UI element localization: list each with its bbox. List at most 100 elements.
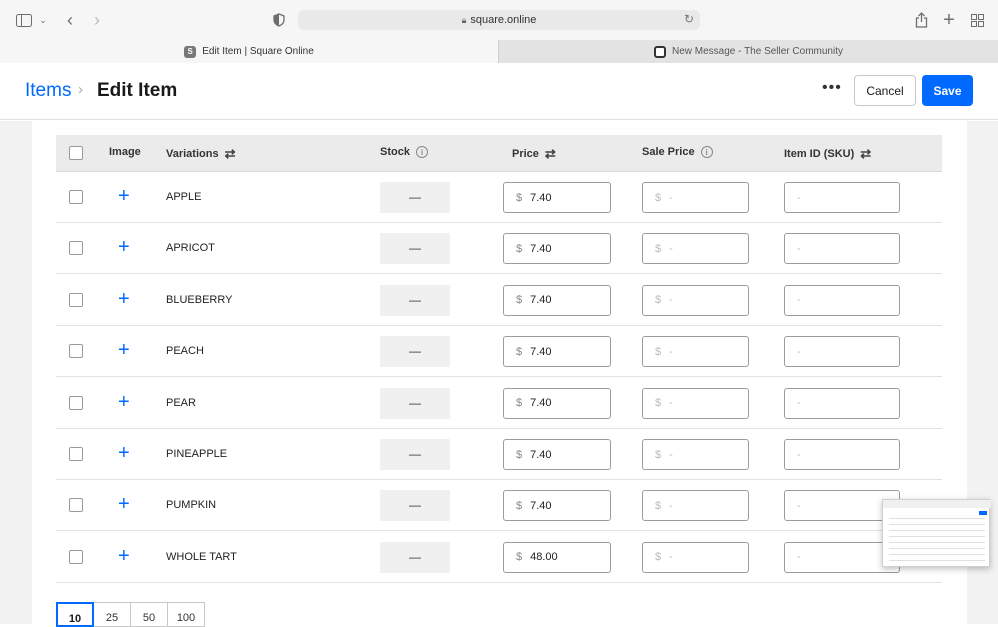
stock-field[interactable]: — bbox=[380, 182, 450, 213]
currency-symbol: $ bbox=[516, 448, 523, 461]
add-image-plus-icon[interactable]: + bbox=[118, 237, 130, 257]
sku-input[interactable]: - bbox=[784, 387, 900, 419]
row-checkbox[interactable] bbox=[69, 395, 83, 410]
sale-price-input[interactable]: $ - bbox=[642, 284, 749, 316]
sale-price-input[interactable]: $ - bbox=[642, 387, 749, 419]
page-size-option[interactable]: 100 bbox=[167, 602, 205, 627]
sale-price-input[interactable]: $ - bbox=[642, 439, 749, 470]
table-row: + APPLE — $7.40 $ - - bbox=[56, 172, 942, 223]
stock-field[interactable]: — bbox=[380, 541, 450, 573]
select-all-checkbox[interactable] bbox=[69, 146, 83, 160]
page-size-option[interactable]: 10 bbox=[56, 602, 94, 627]
currency-symbol: $ bbox=[655, 499, 662, 512]
sku-input[interactable]: - bbox=[784, 284, 900, 316]
sku-placeholder: - bbox=[797, 499, 801, 512]
sale-price-input[interactable]: $ - bbox=[642, 490, 749, 522]
sku-input[interactable]: - bbox=[784, 439, 900, 470]
stock-field[interactable]: — bbox=[380, 387, 450, 419]
sale-price-placeholder: - bbox=[669, 191, 673, 204]
back-icon[interactable]: ‹ bbox=[62, 10, 78, 30]
sale-price-input[interactable]: $ - bbox=[642, 182, 749, 213]
price-input[interactable]: $48.00 bbox=[503, 541, 611, 573]
chevron-down-icon[interactable]: ⌄ bbox=[38, 12, 48, 28]
more-options-icon[interactable]: ••• bbox=[822, 79, 842, 97]
breadcrumb-items-link[interactable]: Items bbox=[25, 80, 71, 102]
page-size-option[interactable]: 50 bbox=[130, 602, 168, 627]
price-input[interactable]: $7.40 bbox=[503, 182, 611, 213]
address-bar[interactable]: 🔒︎ square.online ↻ bbox=[298, 10, 700, 30]
sale-price-input[interactable]: $ - bbox=[642, 233, 749, 265]
row-checkbox[interactable] bbox=[69, 292, 83, 307]
price-input[interactable]: $7.40 bbox=[503, 233, 611, 265]
new-tab-icon[interactable]: + bbox=[941, 9, 957, 31]
variation-name: PEAR bbox=[166, 396, 196, 409]
add-image-plus-icon[interactable]: + bbox=[118, 494, 130, 514]
stock-field[interactable]: — bbox=[380, 336, 450, 368]
sort-arrows-icon: ⇄ bbox=[224, 146, 236, 161]
price-input[interactable]: $7.40 bbox=[503, 284, 611, 316]
variation-name: PINEAPPLE bbox=[166, 448, 228, 460]
add-image-plus-icon[interactable]: + bbox=[118, 340, 130, 360]
sidebar-toggle-icon[interactable] bbox=[14, 12, 34, 28]
row-checkbox[interactable] bbox=[69, 190, 83, 204]
stock-field[interactable]: — bbox=[380, 284, 450, 316]
pagination: 10 25 50 100 bbox=[56, 602, 205, 627]
currency-symbol: $ bbox=[516, 242, 523, 255]
add-image-plus-icon[interactable]: + bbox=[118, 546, 130, 566]
price-input[interactable]: $7.40 bbox=[503, 336, 611, 368]
variations-panel: Image Variations ⇄ Stock i Price ⇄ Sale Pri… bbox=[32, 121, 967, 627]
forward-icon[interactable]: › bbox=[89, 10, 105, 30]
column-variations[interactable]: Variations ⇄ bbox=[166, 146, 235, 162]
price-input[interactable]: $7.40 bbox=[503, 439, 611, 470]
sku-placeholder: - bbox=[797, 397, 801, 410]
column-sku[interactable]: Item ID (SKU) ⇄ bbox=[784, 146, 871, 162]
cancel-button[interactable]: Cancel bbox=[854, 75, 916, 106]
screenshot-thumbnail[interactable] bbox=[882, 499, 991, 567]
add-image-plus-icon[interactable]: + bbox=[118, 392, 130, 412]
row-checkbox[interactable] bbox=[69, 344, 83, 359]
price-value: 7.40 bbox=[530, 191, 552, 204]
currency-symbol: $ bbox=[655, 551, 662, 564]
currency-symbol: $ bbox=[655, 294, 662, 307]
sale-price-placeholder: - bbox=[669, 499, 673, 512]
stock-field[interactable]: — bbox=[380, 490, 450, 522]
sale-price-placeholder: - bbox=[669, 448, 673, 461]
price-input[interactable]: $7.40 bbox=[503, 490, 611, 522]
tab-overview-icon[interactable] bbox=[969, 12, 985, 28]
page-size-option[interactable]: 25 bbox=[93, 602, 131, 627]
price-input[interactable]: $7.40 bbox=[503, 387, 611, 419]
currency-symbol: $ bbox=[655, 448, 662, 461]
tab-edit-item[interactable]: S Edit Item | Square Online bbox=[0, 40, 498, 63]
sku-placeholder: - bbox=[797, 294, 801, 307]
currency-symbol: $ bbox=[655, 345, 662, 358]
privacy-shield-icon[interactable] bbox=[272, 12, 286, 28]
save-button[interactable]: Save bbox=[922, 75, 973, 106]
stock-field[interactable]: — bbox=[380, 439, 450, 470]
share-icon[interactable] bbox=[913, 10, 929, 30]
reload-icon[interactable]: ↻ bbox=[684, 12, 694, 26]
table-row: + BLUEBERRY — $7.40 $ - - bbox=[56, 275, 942, 326]
variation-name: APRICOT bbox=[166, 242, 215, 255]
row-checkbox[interactable] bbox=[69, 447, 83, 461]
row-checkbox[interactable] bbox=[69, 498, 83, 513]
add-image-plus-icon[interactable]: + bbox=[118, 443, 130, 463]
currency-symbol: $ bbox=[516, 499, 523, 512]
row-checkbox[interactable] bbox=[69, 241, 83, 256]
price-value: 7.40 bbox=[530, 448, 552, 461]
browser-toolbar: ⌄ ‹ › 🔒︎ square.online ↻ + bbox=[0, 0, 998, 40]
sku-placeholder: - bbox=[797, 448, 801, 461]
sku-input[interactable]: - bbox=[784, 233, 900, 265]
add-image-plus-icon[interactable]: + bbox=[118, 186, 130, 206]
price-value: 7.40 bbox=[530, 499, 552, 512]
stock-field[interactable]: — bbox=[380, 233, 450, 265]
currency-symbol: $ bbox=[516, 191, 523, 204]
sku-input[interactable]: - bbox=[784, 182, 900, 213]
sale-price-input[interactable]: $ - bbox=[642, 336, 749, 368]
tab-new-message[interactable]: New Message - The Seller Community bbox=[498, 40, 998, 63]
row-checkbox[interactable] bbox=[69, 549, 83, 564]
sku-input[interactable]: - bbox=[784, 336, 900, 368]
currency-symbol: $ bbox=[516, 397, 523, 410]
add-image-plus-icon[interactable]: + bbox=[118, 289, 130, 309]
sale-price-input[interactable]: $ - bbox=[642, 541, 749, 573]
column-price[interactable]: Price ⇄ bbox=[512, 146, 556, 162]
